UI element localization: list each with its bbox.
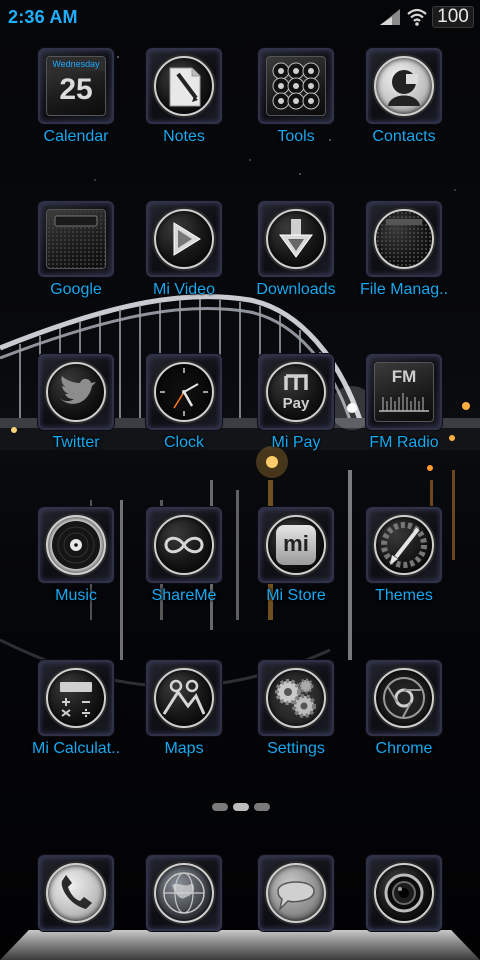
app-settings[interactable]: Settings: [236, 660, 356, 778]
app-label: Chrome: [375, 740, 433, 757]
google-icon: [46, 209, 106, 269]
app-label: Tools: [277, 128, 315, 145]
mi-pay-icon: Pay: [266, 362, 326, 422]
notes-icon: [154, 56, 214, 116]
app-label: Contacts: [372, 128, 436, 145]
dock-browser[interactable]: [124, 855, 244, 945]
app-downloads[interactable]: Downloads: [236, 201, 356, 319]
app-label: ShareMe: [151, 587, 217, 604]
app-chrome[interactable]: Chrome: [344, 660, 464, 778]
app-label: Maps: [164, 740, 204, 757]
themes-brush-icon: [374, 515, 434, 575]
wifi-icon: [407, 8, 427, 26]
maps-icon: [154, 668, 214, 728]
shareme-icon: [154, 515, 214, 575]
contacts-icon: [374, 56, 434, 116]
app-label: Mi Calculat..: [31, 740, 121, 757]
page-dot-current[interactable]: [233, 803, 249, 811]
dock-camera[interactable]: [344, 855, 464, 945]
app-label: File Manag..: [359, 281, 449, 298]
app-label: Mi Video: [153, 281, 215, 298]
mi-store-icon: mi: [266, 515, 326, 575]
radio-icon: FM: [374, 362, 434, 422]
app-label: Mi Store: [266, 587, 326, 604]
app-mi-video[interactable]: Mi Video: [124, 201, 244, 319]
app-google[interactable]: Google: [16, 201, 136, 319]
app-notes[interactable]: Notes: [124, 48, 244, 166]
app-label: Themes: [375, 587, 433, 604]
app-themes[interactable]: Themes: [344, 507, 464, 625]
app-contacts[interactable]: Contacts: [344, 48, 464, 166]
status-icons: 100: [378, 4, 474, 30]
app-label: Calendar: [43, 128, 109, 145]
folder-icon: [374, 209, 434, 269]
tools-icon: [266, 56, 326, 116]
battery-icon: 100: [432, 6, 474, 28]
music-disc-icon: [46, 515, 106, 575]
app-label: Settings: [267, 740, 325, 757]
app-label: Mi Pay: [271, 434, 321, 451]
camera-icon: [374, 863, 434, 923]
app-mi-store[interactable]: mi Mi Store: [236, 507, 356, 625]
app-label: Notes: [163, 128, 205, 145]
gears-icon: [266, 668, 326, 728]
page-dot[interactable]: [254, 803, 270, 811]
app-twitter[interactable]: Twitter: [16, 354, 136, 472]
page-dot[interactable]: [212, 803, 228, 811]
globe-icon: [154, 863, 214, 923]
app-music[interactable]: Music: [16, 507, 136, 625]
phone-icon: [46, 863, 106, 923]
twitter-bird-icon: [46, 362, 106, 422]
app-calendar[interactable]: Wednesday 25 Calendar: [16, 48, 136, 166]
app-label: FM Radio: [369, 434, 439, 451]
app-tools[interactable]: Tools: [236, 48, 356, 166]
app-mi-pay[interactable]: Pay Mi Pay: [236, 354, 356, 472]
app-shareme[interactable]: ShareMe: [124, 507, 244, 625]
status-time: 2:36 AM: [8, 7, 78, 27]
status-bar: 2:36 AM 100: [0, 0, 480, 34]
dock-phone[interactable]: [16, 855, 136, 945]
chrome-icon: [374, 668, 434, 728]
clock-icon: [154, 362, 214, 422]
app-file-manager[interactable]: File Manag..: [344, 201, 464, 319]
dock-messaging[interactable]: [236, 855, 356, 945]
app-fm-radio[interactable]: FM FM Radio: [344, 354, 464, 472]
play-icon: [154, 209, 214, 269]
app-label: Clock: [163, 434, 204, 451]
calendar-icon: Wednesday 25: [46, 56, 106, 116]
app-clock[interactable]: Clock: [124, 354, 244, 472]
app-mi-calculator[interactable]: Mi Calculat..: [16, 660, 136, 778]
download-icon: [266, 209, 326, 269]
calculator-icon: [46, 668, 106, 728]
messaging-icon: [266, 863, 326, 923]
app-label: Twitter: [52, 434, 100, 451]
app-label: Music: [55, 587, 97, 604]
app-label: Google: [50, 281, 102, 298]
page-indicator[interactable]: [212, 803, 270, 811]
signal-icon: [380, 9, 400, 25]
app-label: Downloads: [256, 281, 336, 298]
app-maps[interactable]: Maps: [124, 660, 244, 778]
